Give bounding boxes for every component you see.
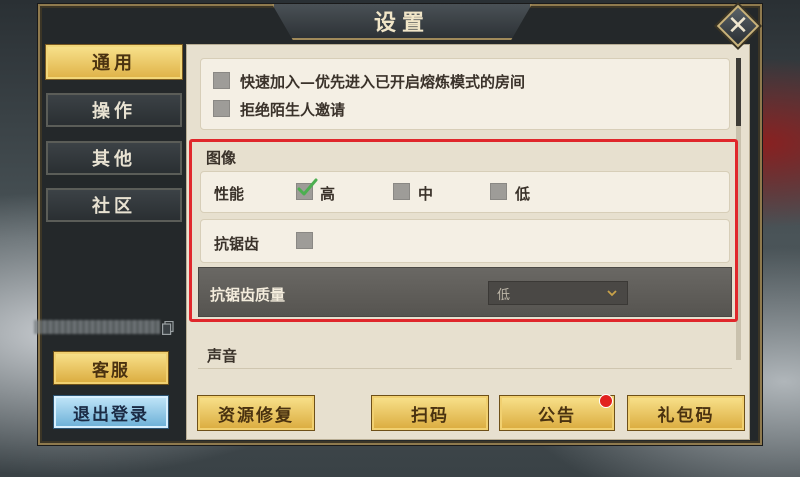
dialog-title-plate: 设置 xyxy=(272,4,532,40)
quick-join-label: 快速加入—优先进入已开启熔炼模式的房间 xyxy=(240,73,526,91)
player-id-redacted xyxy=(34,320,160,334)
reject-strangers-label: 拒绝陌生人邀请 xyxy=(240,101,346,119)
gift-code-button[interactable]: 礼包码 xyxy=(628,396,744,430)
aa-quality-label: 抗锯齿质量 xyxy=(210,286,286,304)
performance-label: 性能 xyxy=(214,185,245,203)
logout-button[interactable]: 退出登录 xyxy=(54,396,168,428)
scan-code-button[interactable]: 扫码 xyxy=(372,396,488,430)
performance-low-checkbox[interactable] xyxy=(490,183,507,200)
sound-section-title: 声音 xyxy=(207,347,238,365)
performance-high-label: 高 xyxy=(320,185,336,203)
quick-join-checkbox[interactable] xyxy=(213,72,230,89)
aa-quality-select[interactable]: 低 xyxy=(488,281,628,305)
tab-controls[interactable]: 操作 xyxy=(46,93,182,127)
scrollbar-thumb[interactable] xyxy=(736,58,741,126)
notification-badge xyxy=(599,394,613,408)
aa-quality-value: 低 xyxy=(497,287,511,303)
close-button[interactable]: ✕ xyxy=(716,4,760,48)
resource-repair-button[interactable]: 资源修复 xyxy=(198,396,314,430)
performance-low-label: 低 xyxy=(515,185,531,203)
tab-community[interactable]: 社区 xyxy=(46,188,182,222)
scrollbar[interactable] xyxy=(736,58,741,360)
notice-button[interactable]: 公告 xyxy=(500,396,614,430)
performance-medium-checkbox[interactable] xyxy=(393,183,410,200)
check-icon xyxy=(297,178,318,196)
performance-row xyxy=(200,171,730,213)
anti-aliasing-row xyxy=(200,219,730,263)
copy-icon[interactable] xyxy=(162,321,174,335)
chevron-down-icon xyxy=(607,290,617,297)
performance-medium-label: 中 xyxy=(418,185,434,203)
anti-aliasing-checkbox[interactable] xyxy=(296,232,313,249)
tab-general[interactable]: 通用 xyxy=(46,45,182,79)
close-icon: ✕ xyxy=(727,11,749,41)
divider xyxy=(198,368,732,369)
customer-service-button[interactable]: 客服 xyxy=(54,352,168,384)
image-section-title: 图像 xyxy=(206,149,237,167)
tab-other[interactable]: 其他 xyxy=(46,141,182,175)
dialog-title: 设置 xyxy=(373,10,430,36)
reject-strangers-checkbox[interactable] xyxy=(213,100,230,117)
anti-aliasing-label: 抗锯齿 xyxy=(214,235,260,253)
